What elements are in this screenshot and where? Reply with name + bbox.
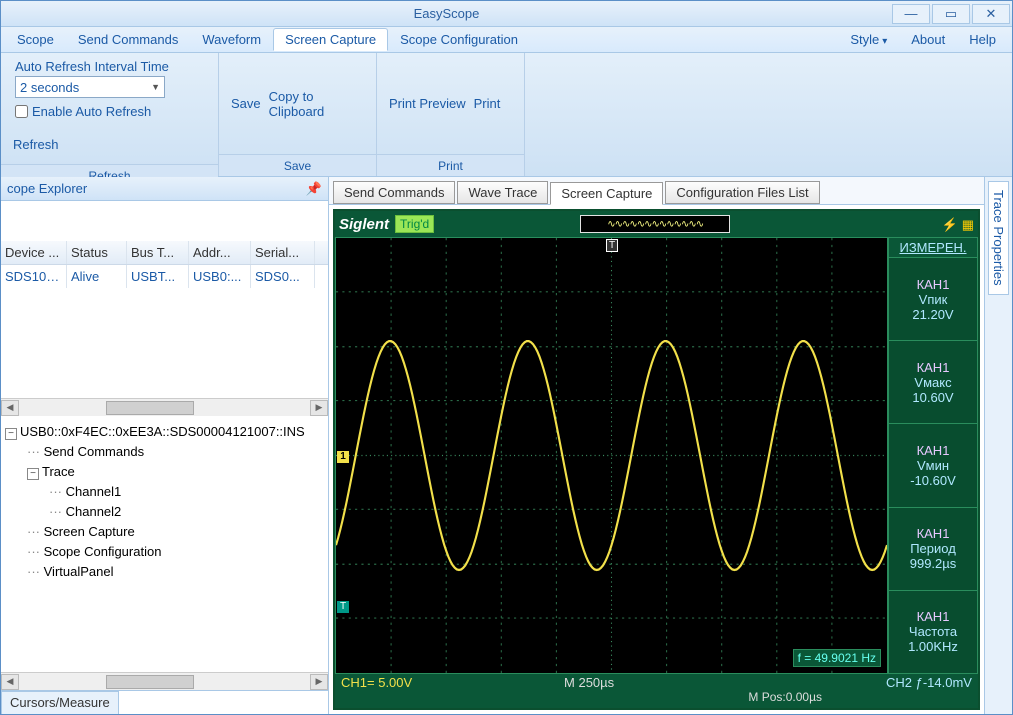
device-tree[interactable]: −USB0::0xF4EC::0xEE3A::SDS00004121007::I… — [1, 416, 328, 672]
style-menu[interactable]: Style — [838, 28, 899, 51]
frequency-readout: f = 49.9021 Hz — [793, 649, 881, 667]
titlebar: EasyScope ― ▭ ✕ — [1, 1, 1012, 27]
tree-item-virtual-panel[interactable]: VirtualPanel — [44, 564, 114, 579]
measurement-item: КАН1Vмин-10.60V — [888, 424, 978, 507]
tree-item-channel2[interactable]: Channel2 — [66, 504, 122, 519]
enable-auto-refresh-checkbox[interactable]: Enable Auto Refresh — [15, 104, 151, 119]
center-tabs: Send CommandsWave TraceScreen CaptureCon… — [329, 177, 984, 205]
tab-send-commands[interactable]: Send Commands — [333, 181, 455, 204]
trigger-status: Trig'd — [395, 215, 434, 233]
tab-cursors-measure[interactable]: Cursors/Measure — [1, 691, 119, 714]
grid-cell: USBT... — [127, 265, 189, 288]
copy-clipboard-button[interactable]: Copy to Clipboard — [265, 83, 368, 125]
ribbon: Auto Refresh Interval Time 2 seconds ▼ E… — [1, 53, 1012, 177]
auto-refresh-label: Auto Refresh Interval Time — [15, 59, 169, 74]
grid-hscrollbar[interactable]: ◀ ▶ — [1, 398, 328, 416]
brand-logo: Siglent — [339, 216, 389, 233]
scroll-right-icon[interactable]: ▶ — [310, 400, 328, 416]
tree-item-screen-capture[interactable]: Screen Capture — [44, 524, 135, 539]
help-menu[interactable]: Help — [957, 28, 1008, 51]
measurement-item: КАН1Период999.2µs — [888, 508, 978, 591]
oscilloscope-screen: Siglent Trig'd ∿∿∿∿∿∿∿∿∿∿∿∿∿ ⚡ ▦ — [333, 209, 980, 710]
grid-cell: USB0:... — [189, 265, 251, 288]
ribbon-label-save: Save — [219, 154, 376, 176]
scroll-left-icon[interactable]: ◀ — [1, 674, 19, 690]
tree-hscrollbar[interactable]: ◀ ▶ — [1, 672, 328, 690]
measurement-item: КАН1Частота1.00KHz — [888, 591, 978, 674]
measurements-title: ИЗМЕРЕН. — [888, 237, 978, 258]
measurement-item: КАН1Vпик21.20V — [888, 258, 978, 341]
expand-icon[interactable]: − — [5, 428, 17, 440]
menu-screen-capture[interactable]: Screen Capture — [273, 28, 388, 51]
refresh-button[interactable]: Refresh — [9, 131, 63, 158]
scope-icon: ▦ — [962, 217, 974, 232]
minimize-button[interactable]: ― — [892, 4, 930, 24]
workspace: cope Explorer 📌 Device ...StatusBus T...… — [1, 177, 1012, 714]
tree-item-channel1[interactable]: Channel1 — [66, 484, 122, 499]
tab-screen-capture[interactable]: Screen Capture — [550, 182, 663, 205]
scroll-thumb[interactable] — [106, 675, 193, 689]
channel-marker: 1 — [337, 451, 349, 463]
scope-explorer-header: cope Explorer 📌 — [1, 177, 328, 201]
waveform-grid: T 1 T f = 49.9021 Hz — [335, 237, 888, 674]
timebase: M 250µs — [564, 675, 614, 690]
expand-icon[interactable]: − — [27, 468, 39, 480]
ribbon-group-save: Save Copy to Clipboard Save — [219, 53, 377, 176]
grid-cell: SDS1022... — [1, 265, 67, 288]
ribbon-label-print: Print — [377, 154, 524, 176]
menu-waveform[interactable]: Waveform — [190, 28, 273, 51]
about-menu[interactable]: About — [899, 28, 957, 51]
ch1-scale: CH1= 5.00V — [341, 675, 412, 690]
menu-scope[interactable]: Scope — [5, 28, 66, 51]
tree-item-scope-config[interactable]: Scope Configuration — [44, 544, 162, 559]
measurements-panel: ИЗМЕРЕН. КАН1Vпик21.20VКАН1Vмакс10.60VКА… — [888, 237, 978, 674]
pin-icon[interactable]: 📌 — [306, 181, 322, 197]
tab-configuration-files-list[interactable]: Configuration Files List — [665, 181, 819, 204]
menu-scope-configuration[interactable]: Scope Configuration — [388, 28, 530, 51]
menubar: ScopeSend CommandsWaveformScreen Capture… — [1, 27, 1012, 53]
ch2-trigger: CH2 ƒ-14.0mV — [886, 675, 972, 690]
window-title: EasyScope — [1, 6, 892, 21]
m-position: M Pos:0.00µs — [748, 690, 822, 704]
enable-auto-refresh-input[interactable] — [15, 105, 28, 118]
grid-header[interactable]: Addr... — [189, 241, 251, 264]
grid-header[interactable]: Status — [67, 241, 127, 264]
tab-trace-properties[interactable]: Trace Properties — [988, 181, 1009, 295]
print-button[interactable]: Print — [470, 90, 505, 117]
print-preview-button[interactable]: Print Preview — [385, 90, 470, 117]
chevron-down-icon: ▼ — [151, 82, 160, 92]
center-area: Send CommandsWave TraceScreen CaptureCon… — [329, 177, 984, 714]
ribbon-group-print: Print Preview Print Print — [377, 53, 525, 176]
trigger-marker: T — [606, 239, 618, 252]
device-row[interactable]: SDS1022...AliveUSBT...USB0:...SDS0... — [1, 265, 328, 288]
grid-header[interactable]: Bus T... — [127, 241, 189, 264]
trigger-level-marker: T — [337, 601, 349, 613]
scroll-right-icon[interactable]: ▶ — [310, 674, 328, 690]
waveform-overview: ∿∿∿∿∿∿∿∿∿∿∿∿∿ — [580, 215, 730, 233]
tab-wave-trace[interactable]: Wave Trace — [457, 181, 548, 204]
refresh-interval-combo[interactable]: 2 seconds ▼ — [15, 76, 165, 98]
scroll-left-icon[interactable]: ◀ — [1, 400, 19, 416]
grid-cell: SDS0... — [251, 265, 315, 288]
scope-icon: ⚡ — [942, 217, 958, 232]
scroll-thumb[interactable] — [106, 401, 193, 415]
measurement-item: КАН1Vмакс10.60V — [888, 341, 978, 424]
save-button[interactable]: Save — [227, 90, 265, 117]
tree-item-send-commands[interactable]: Send Commands — [44, 444, 144, 459]
combo-value: 2 seconds — [20, 80, 79, 95]
scope-explorer-panel: cope Explorer 📌 Device ...StatusBus T...… — [1, 177, 329, 714]
grid-header[interactable]: Device ... — [1, 241, 67, 264]
device-grid: Device ...StatusBus T...Addr...Serial...… — [1, 241, 328, 416]
tree-root[interactable]: USB0::0xF4EC::0xEE3A::SDS00004121007::IN… — [20, 424, 305, 439]
maximize-button[interactable]: ▭ — [932, 4, 970, 24]
menu-send-commands[interactable]: Send Commands — [66, 28, 190, 51]
ribbon-group-refresh: Auto Refresh Interval Time 2 seconds ▼ E… — [1, 53, 219, 176]
tree-item-trace[interactable]: Trace — [42, 464, 75, 479]
close-button[interactable]: ✕ — [972, 4, 1010, 24]
grid-header[interactable]: Serial... — [251, 241, 315, 264]
right-dock: Trace Properties — [984, 177, 1012, 714]
grid-cell: Alive — [67, 265, 127, 288]
